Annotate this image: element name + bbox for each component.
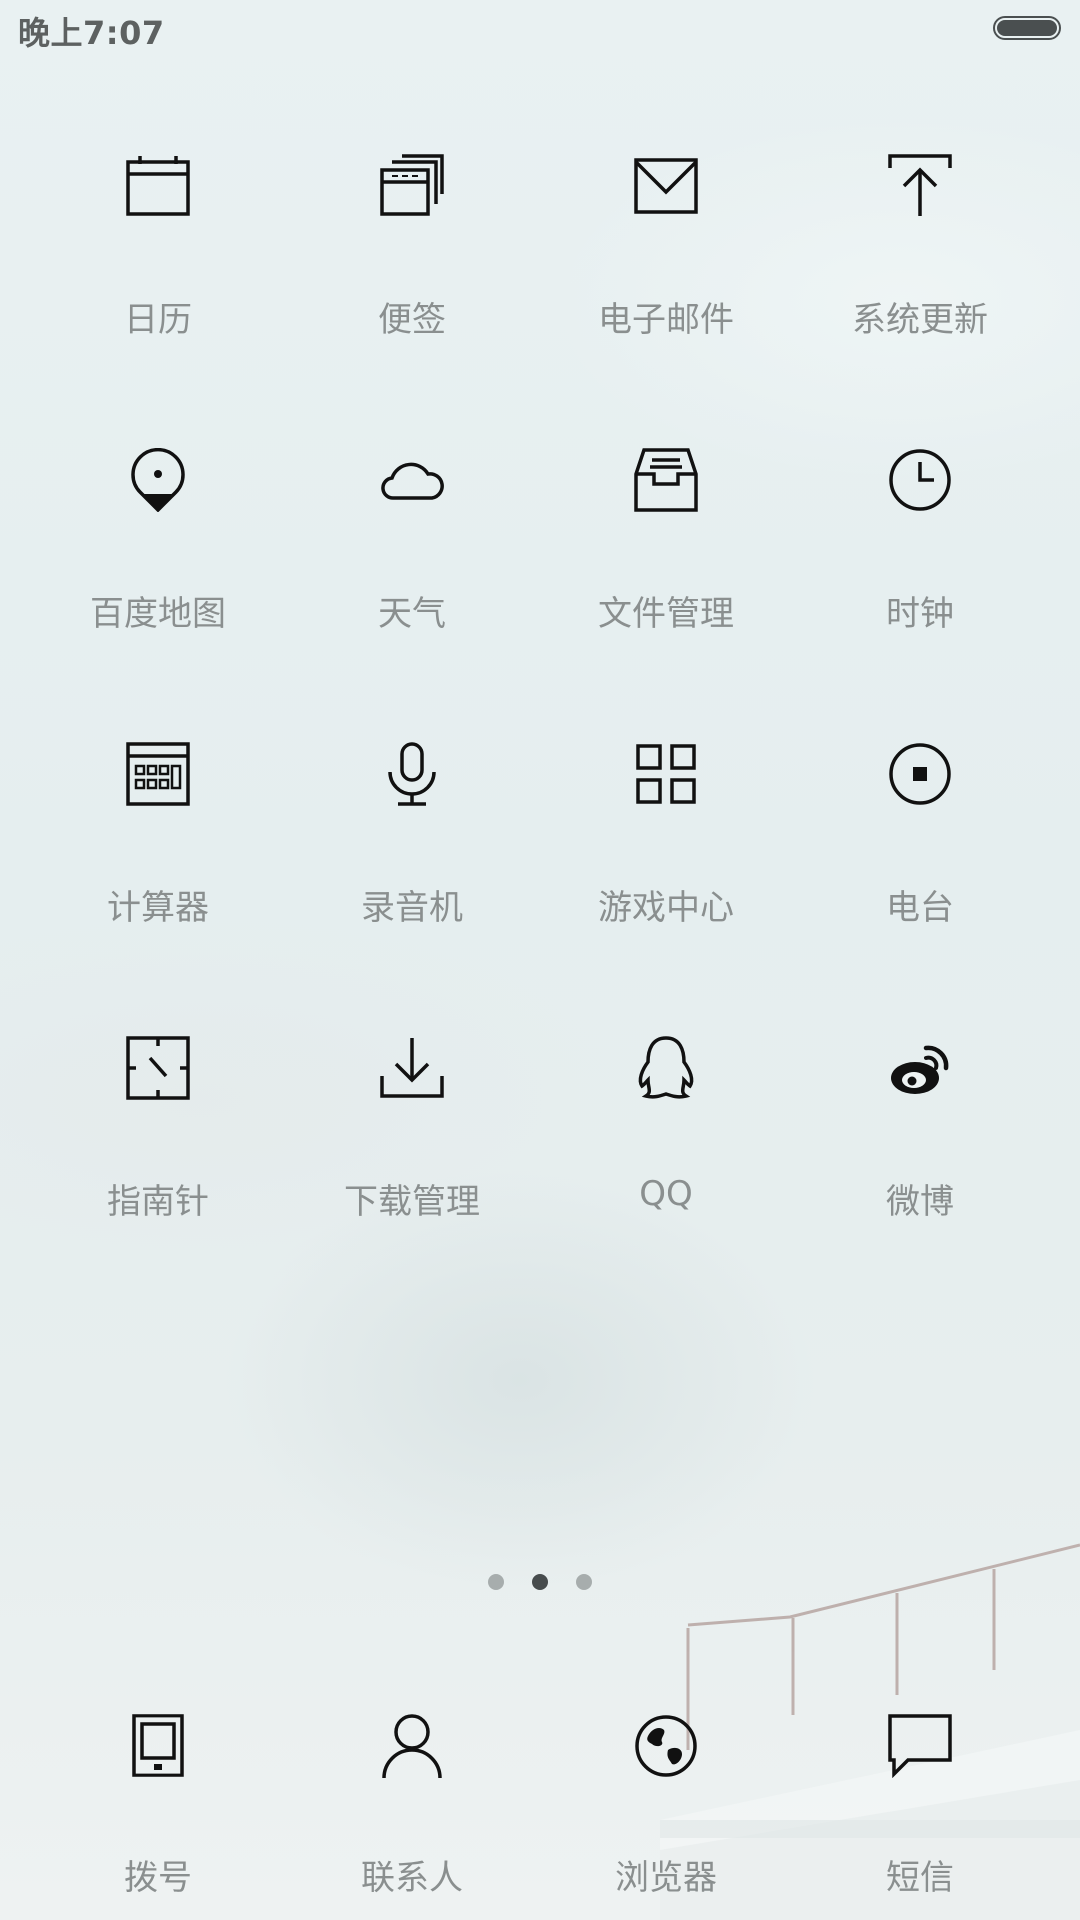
- app-label: 百度地图: [90, 594, 226, 634]
- app-label: 日历: [124, 300, 192, 340]
- app-contacts[interactable]: 联系人: [285, 1706, 539, 1906]
- app-file-manager[interactable]: 文件管理: [539, 424, 793, 718]
- app-label: 电台: [886, 888, 954, 928]
- app-label: 短信: [886, 1858, 954, 1898]
- app-clock[interactable]: 时钟: [793, 424, 1047, 718]
- file-tray-icon: [634, 448, 698, 512]
- contact-person-icon: [380, 1714, 444, 1778]
- page-dot-2[interactable]: [532, 1574, 548, 1590]
- app-system-update[interactable]: 系统更新: [793, 130, 1047, 424]
- mail-icon: [634, 154, 698, 218]
- download-icon: [380, 1036, 444, 1100]
- app-download-manager[interactable]: 下载管理: [285, 1012, 539, 1306]
- globe-icon: [634, 1714, 698, 1778]
- app-label: 天气: [378, 594, 446, 634]
- app-label: 联系人: [361, 1858, 463, 1898]
- app-browser[interactable]: 浏览器: [539, 1706, 793, 1906]
- app-weather[interactable]: 天气: [285, 424, 539, 718]
- status-bar: 晚上7:07: [0, 0, 1080, 60]
- battery-icon: [993, 16, 1061, 40]
- message-bubble-icon: [888, 1714, 952, 1778]
- page-indicator[interactable]: [0, 1574, 1080, 1594]
- weibo-icon: [888, 1036, 952, 1100]
- app-label: 录音机: [361, 888, 463, 928]
- app-label: 便签: [378, 300, 446, 340]
- app-email[interactable]: 电子邮件: [539, 130, 793, 424]
- radio-icon: [888, 742, 952, 806]
- cloud-icon: [380, 448, 444, 512]
- app-notes[interactable]: 便签: [285, 130, 539, 424]
- app-baidu-map[interactable]: 百度地图: [31, 424, 285, 718]
- app-label: 系统更新: [852, 300, 988, 340]
- notes-icon: [380, 154, 444, 218]
- app-label: 文件管理: [598, 594, 734, 634]
- app-grid: 日历 便签 电子邮件 系统更新 百度地图 天气 文件管理 时钟 计算器 录音机 …: [31, 130, 1047, 1306]
- clock-icon: [888, 448, 952, 512]
- app-recorder[interactable]: 录音机: [285, 718, 539, 1012]
- app-label: 指南针: [107, 1182, 209, 1222]
- app-messages[interactable]: 短信: [793, 1706, 1047, 1906]
- page-dot-3[interactable]: [576, 1574, 592, 1590]
- app-label: 微博: [886, 1182, 954, 1222]
- app-label: 时钟: [886, 594, 954, 634]
- map-pin-icon: [126, 448, 190, 512]
- app-game-center[interactable]: 游戏中心: [539, 718, 793, 1012]
- app-label: 浏览器: [615, 1858, 717, 1898]
- app-dialer[interactable]: 拨号: [31, 1706, 285, 1906]
- calendar-icon: [126, 154, 190, 218]
- dock: 拨号 联系人 浏览器 短信: [31, 1706, 1047, 1906]
- battery-level-fill: [997, 20, 1057, 36]
- app-calculator[interactable]: 计算器: [31, 718, 285, 1012]
- app-calendar[interactable]: 日历: [31, 130, 285, 424]
- page-dot-1[interactable]: [488, 1574, 504, 1590]
- qq-penguin-icon: [634, 1036, 698, 1100]
- app-label: 电子邮件: [598, 300, 734, 340]
- phone-icon: [126, 1714, 190, 1778]
- compass-icon: [126, 1036, 190, 1100]
- app-label: 下载管理: [344, 1182, 480, 1222]
- app-compass[interactable]: 指南针: [31, 1012, 285, 1306]
- calculator-icon: [126, 742, 190, 806]
- status-time: 晚上7:07: [18, 14, 165, 52]
- app-label: 游戏中心: [598, 888, 734, 928]
- game-grid-icon: [634, 742, 698, 806]
- app-radio[interactable]: 电台: [793, 718, 1047, 1012]
- system-update-icon: [888, 154, 952, 218]
- app-qq[interactable]: QQ: [539, 1012, 793, 1306]
- microphone-icon: [380, 742, 444, 806]
- app-label: QQ: [639, 1174, 693, 1214]
- app-label: 拨号: [124, 1858, 192, 1898]
- app-weibo[interactable]: 微博: [793, 1012, 1047, 1306]
- app-label: 计算器: [107, 888, 209, 928]
